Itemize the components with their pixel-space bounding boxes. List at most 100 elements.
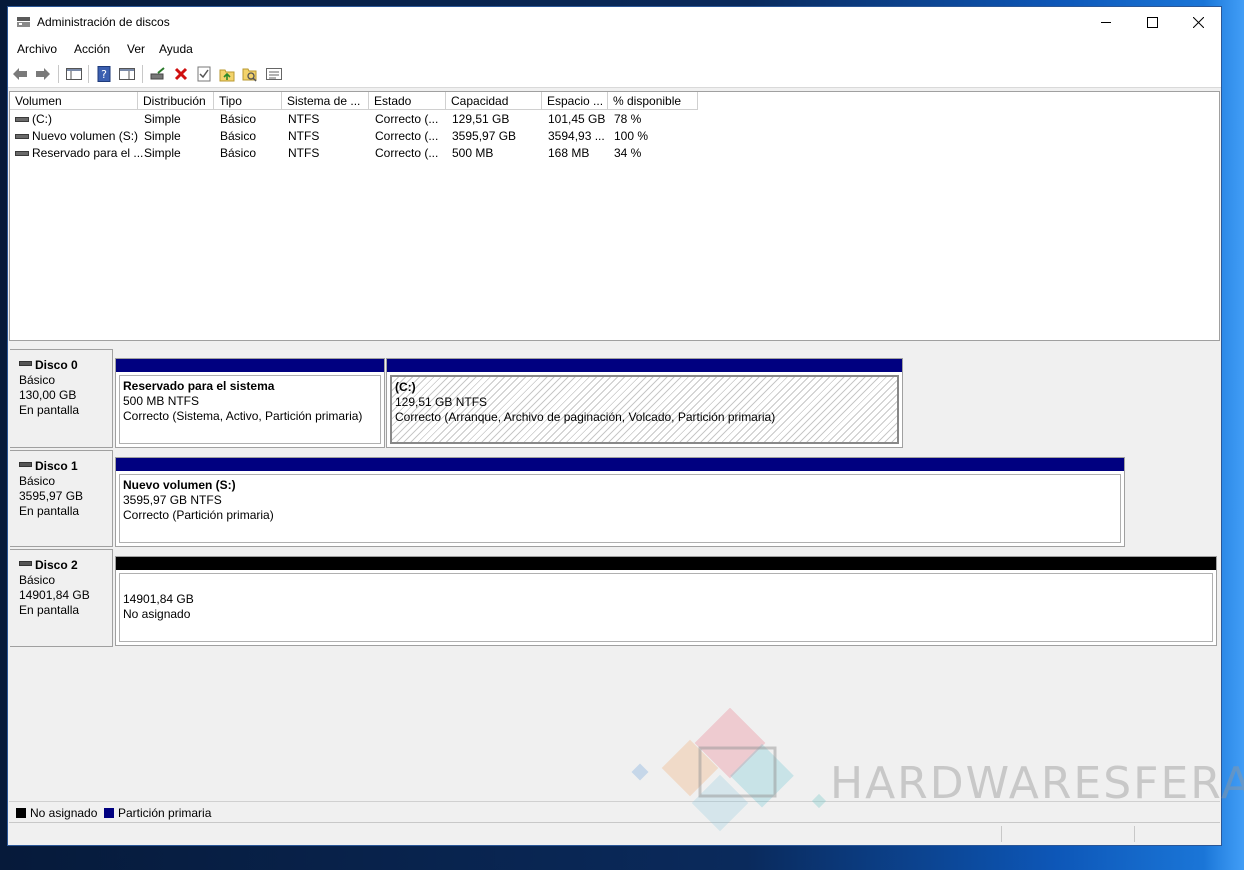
drive-icon [15,134,29,139]
partition-s[interactable]: Nuevo volumen (S:) 3595,97 GB NTFS Corre… [115,457,1125,547]
partition-system-reserved[interactable]: Reservado para el sistema 500 MB NTFS Co… [115,358,385,448]
drive-icon [15,151,29,156]
folder-search-icon [242,68,257,82]
folder-up-icon [219,69,235,82]
column-header-capacidad[interactable]: Capacidad [446,92,542,110]
partition-size: 500 MB NTFS [123,394,200,408]
column-header-distribucion[interactable]: Distribución [138,92,214,110]
partition-body: Reservado para el sistema 500 MB NTFS Co… [119,375,381,444]
column-header-tipo[interactable]: Tipo [214,92,282,110]
primary-partition-bar [387,359,902,372]
console-tree-icon [66,68,82,80]
status-bar-segment [1001,826,1002,842]
maximize-icon [1146,17,1158,28]
menu-ayuda[interactable]: Ayuda [159,42,193,56]
cell-tipo: Básico [220,146,257,160]
cell-sistema-archivos: NTFS [288,146,320,160]
list-view-button[interactable] [265,65,283,83]
forward-button[interactable] [34,65,52,83]
partition-body: 14901,84 GB No asignado [119,573,1213,642]
table-row[interactable]: Reservado para el ... Simple Básico NTFS… [10,145,1219,162]
menu-accion[interactable]: Acción [74,42,110,56]
legend: No asignado Partición primaria [9,801,1220,821]
cell-capacidad: 3595,97 GB [452,129,517,143]
toolbar-separator [58,65,59,83]
disk-name: Disco 0 [35,358,78,372]
minimize-icon [1100,22,1111,23]
disk-1-label[interactable]: Disco 1 Básico 3595,97 GB En pantalla [10,450,113,547]
legend-unallocated-swatch [16,808,26,818]
disk-type: Básico [19,373,56,387]
toolbar: ? [8,60,1221,88]
partition-unallocated[interactable]: 14901,84 GB No asignado [115,556,1217,646]
properties-button[interactable] [195,65,213,83]
open-folder-up-button[interactable] [218,65,236,83]
cell-distribucion: Simple [144,129,181,143]
menu-archivo[interactable]: Archivo [17,42,57,56]
partition-body-selected: (C:) 129,51 GB NTFS Correcto (Arranque, … [390,375,899,444]
checklist-icon [197,66,211,82]
help-button[interactable]: ? [95,65,113,83]
disk-status: En pantalla [19,403,80,417]
legend-primary-swatch [104,808,114,818]
cell-tipo: Básico [220,129,257,143]
disk-status: En pantalla [19,504,80,518]
cell-volumen: Reservado para el ... [32,146,144,160]
disk-name: Disco 1 [35,459,78,473]
close-button[interactable] [1175,7,1221,38]
partition-c[interactable]: (C:) 129,51 GB NTFS Correcto (Arranque, … [386,358,903,448]
partition-label [123,577,1212,592]
disk-status: En pantalla [19,603,80,617]
minimize-button[interactable] [1083,7,1129,38]
delete-x-icon [174,67,188,81]
column-header-sistema-archivos[interactable]: Sistema de ... [282,92,369,110]
partition-status: Correcto (Arranque, Archivo de paginació… [395,410,776,424]
disk-2-label[interactable]: Disco 2 Básico 14901,84 GB En pantalla [10,549,113,647]
legend-primary-label: Partición primaria [118,806,212,820]
delete-button[interactable] [172,65,190,83]
cell-estado: Correcto (... [375,112,439,126]
toolbar-separator [88,65,89,83]
svg-text:?: ? [101,68,107,81]
partition-label: Reservado para el sistema [123,379,275,393]
partition-label: Nuevo volumen (S:) [123,478,236,492]
menu-ver[interactable]: Ver [127,42,145,56]
maximize-button[interactable] [1129,7,1175,38]
help-book-icon: ? [97,66,111,82]
partition-size: 3595,97 GB NTFS [123,493,222,507]
back-arrow-icon [13,68,27,80]
show-hide-console-tree-button[interactable] [65,65,83,83]
partition-size: 129,51 GB NTFS [395,395,488,409]
disk-management-app-icon [17,17,30,27]
cell-distribucion: Simple [144,112,181,126]
column-header-estado[interactable]: Estado [369,92,446,110]
cell-sistema-archivos: NTFS [288,129,320,143]
explore-folder-button[interactable] [241,65,259,83]
disk-0-label[interactable]: Disco 0 Básico 130,00 GB En pantalla [10,349,113,448]
cell-capacidad: 500 MB [452,146,494,160]
partition-status: Correcto (Partición primaria) [123,508,274,522]
cell-estado: Correcto (... [375,146,439,160]
primary-partition-bar [116,359,384,372]
partition-label: (C:) [395,380,416,394]
disk-icon [19,361,32,366]
cell-porcentaje-disponible: 78 % [614,112,642,126]
connect-virtual-disk-button[interactable] [149,65,167,83]
legend-unallocated-label: No asignado [30,806,98,820]
cell-espacio-disponible: 3594,93 ... [548,129,605,143]
show-hide-action-pane-button[interactable] [118,65,136,83]
table-row[interactable]: (C:) Simple Básico NTFS Correcto (... 12… [10,111,1219,128]
column-header-espacio-disponible[interactable]: Espacio ... [542,92,608,110]
disk-size: 130,00 GB [19,388,77,402]
cell-espacio-disponible: 168 MB [548,146,590,160]
status-bar-segment [1134,826,1135,842]
table-row[interactable]: Nuevo volumen (S:) Simple Básico NTFS Co… [10,128,1219,145]
back-button[interactable] [11,65,29,83]
primary-partition-bar [116,458,1124,471]
column-header-porcentaje-disponible[interactable]: % disponible [608,92,698,110]
column-header-volumen[interactable]: Volumen [10,92,138,110]
disk-type: Básico [19,573,56,587]
partition-size: 14901,84 GB [123,592,194,606]
cell-porcentaje-disponible: 34 % [614,146,642,160]
cell-distribucion: Simple [144,146,181,160]
